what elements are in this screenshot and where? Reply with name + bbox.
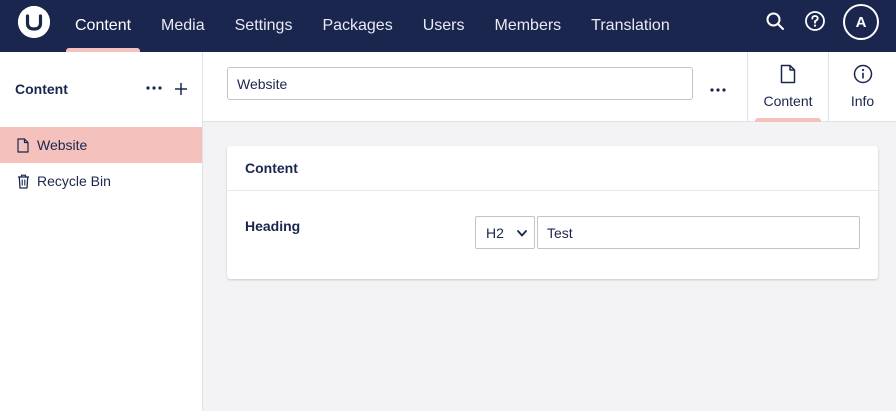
heading-text-input[interactable] bbox=[537, 216, 860, 249]
help-icon[interactable] bbox=[804, 10, 826, 32]
more-actions-icon[interactable] bbox=[145, 79, 163, 97]
content-panel: Content Heading H2 bbox=[227, 146, 878, 279]
umbraco-logo-icon[interactable] bbox=[18, 6, 50, 38]
property-label-heading: Heading bbox=[245, 218, 301, 234]
document-icon bbox=[780, 64, 796, 87]
add-icon[interactable] bbox=[172, 80, 190, 98]
tab-info[interactable]: Info bbox=[828, 52, 896, 122]
panel-title: Content bbox=[245, 160, 298, 176]
document-name-input[interactable] bbox=[227, 67, 693, 100]
document-icon bbox=[16, 137, 30, 153]
nav-members[interactable]: Members bbox=[479, 0, 576, 52]
tab-label: Content bbox=[763, 93, 813, 109]
user-avatar[interactable]: A bbox=[843, 4, 879, 40]
nav-content[interactable]: Content bbox=[60, 0, 146, 52]
tab-content[interactable]: Content bbox=[747, 52, 828, 122]
chevron-down-icon bbox=[516, 227, 528, 239]
select-value: H2 bbox=[486, 224, 504, 241]
sidebar-title: Content bbox=[15, 81, 68, 97]
search-icon[interactable] bbox=[764, 10, 786, 32]
tree-item-website[interactable]: Website bbox=[0, 127, 202, 163]
tab-label: Info bbox=[850, 93, 875, 109]
main-nav: Content Media Settings Packages Users Me… bbox=[60, 0, 685, 52]
nav-users[interactable]: Users bbox=[408, 0, 480, 52]
nav-translation[interactable]: Translation bbox=[576, 0, 685, 52]
tree-item-recycle-bin[interactable]: Recycle Bin bbox=[0, 163, 202, 199]
top-bar: Content Media Settings Packages Users Me… bbox=[0, 0, 896, 52]
nav-settings[interactable]: Settings bbox=[220, 0, 308, 52]
nav-media[interactable]: Media bbox=[146, 0, 220, 52]
tree-item-label: Website bbox=[37, 137, 88, 153]
more-actions-icon[interactable] bbox=[710, 79, 726, 93]
tree-item-label: Recycle Bin bbox=[37, 173, 111, 189]
trash-icon bbox=[16, 173, 30, 189]
sidebar: Content Website Recycle Bin bbox=[0, 52, 203, 411]
nav-packages[interactable]: Packages bbox=[307, 0, 407, 52]
heading-level-select[interactable]: H2 bbox=[475, 216, 535, 249]
info-icon bbox=[853, 64, 873, 87]
editor-header: Content Info bbox=[203, 52, 896, 122]
divider bbox=[227, 190, 878, 191]
